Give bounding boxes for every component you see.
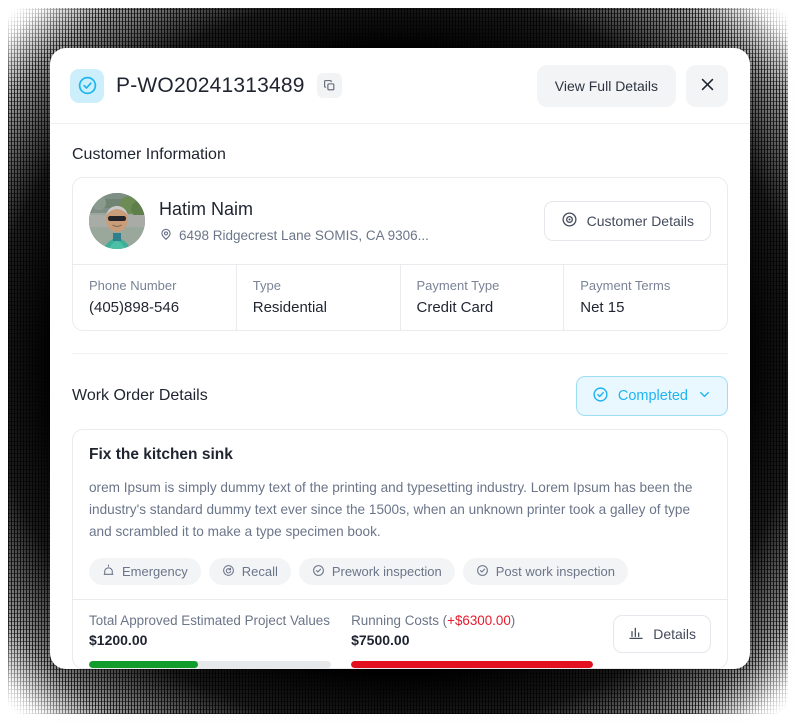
tag-label: Post work inspection: [495, 564, 615, 580]
chevron-down-icon: [697, 387, 712, 406]
customer-information-section: Customer Information Hatim Naim 6498 Rid…: [50, 124, 750, 354]
running-costs-progress-bar: [351, 661, 594, 669]
fact-label: Payment Terms: [580, 278, 671, 293]
status-badge: Completed: [617, 388, 688, 404]
details-button-wrap: Details: [613, 613, 712, 654]
tag-list: Emergency Recall Prework inspection Post…: [89, 558, 711, 586]
location-pin-icon: [159, 227, 173, 244]
status-dropdown[interactable]: Completed: [575, 376, 728, 416]
details-button[interactable]: Details: [613, 615, 712, 654]
fact-payment-type: Payment Type Credit Card: [401, 265, 565, 330]
eye-icon: [561, 211, 578, 231]
totals-row: Total Approved Estimated Project Values …: [73, 599, 727, 669]
customer-name: Hatim Naim: [159, 198, 254, 219]
customer-facts-grid: Phone Number (405)898-546 Type Residenti…: [73, 264, 727, 330]
work-order-header-row: Work Order Details Completed: [72, 376, 728, 416]
fact-type: Type Residential: [237, 265, 401, 330]
customer-information-title: Customer Information: [72, 146, 226, 163]
work-order-body: Fix the kitchen sink orem Ipsum is simpl…: [73, 430, 727, 599]
tag-recall[interactable]: Recall: [208, 558, 291, 586]
tag-post-work-inspection[interactable]: Post work inspection: [462, 558, 628, 586]
job-description: orem Ipsum is simply dummy text of the p…: [89, 480, 693, 540]
total-estimated: Total Approved Estimated Project Values …: [89, 613, 332, 669]
running-costs-delta: +$6300.00: [447, 613, 511, 629]
copy-icon[interactable]: [316, 73, 342, 98]
customer-details-label: Customer Details: [586, 213, 694, 229]
fact-phone-number: Phone Number (405)898-546: [73, 265, 237, 330]
header-right-group: View Full Details: [536, 64, 728, 107]
close-button[interactable]: [686, 64, 728, 107]
tag-emergency[interactable]: Emergency: [89, 558, 201, 586]
close-icon: [699, 76, 716, 96]
work-order-modal: P-WO20241313489 View Full Details Custom…: [50, 48, 750, 669]
fact-value: (405)898-546: [89, 299, 180, 316]
work-order-id: P-WO20241313489: [116, 73, 305, 97]
running-costs-value: $7500.00: [351, 632, 410, 649]
customer-info: Hatim Naim 6498 Ridgecrest Lane SOMIS, C…: [159, 199, 530, 244]
avatar: [89, 193, 145, 249]
bar-chart-icon: [628, 625, 644, 644]
fact-value: Credit Card: [416, 299, 494, 316]
fact-value: Net 15: [580, 299, 625, 316]
running-costs-progress-fill: [351, 661, 594, 669]
estimated-progress-bar: [89, 661, 332, 669]
estimated-progress-fill: [89, 661, 198, 669]
work-order-details-section: Work Order Details Completed Fix the kit…: [50, 354, 750, 669]
total-running-costs: Running Costs (+$6300.00) $7500.00: [351, 613, 594, 669]
running-costs-label-suffix: ): [510, 613, 516, 629]
check-circle-icon: [70, 68, 104, 103]
work-order-details-title: Work Order Details: [72, 387, 208, 404]
total-estimated-label: Total Approved Estimated Project Values: [89, 613, 330, 629]
tag-prework-inspection[interactable]: Prework inspection: [298, 558, 455, 586]
running-costs-label: Running Costs (+$6300.00): [351, 613, 593, 628]
fact-label: Type: [252, 278, 281, 293]
details-button-label: Details: [653, 626, 697, 643]
customer-card: Hatim Naim 6498 Ridgecrest Lane SOMIS, C…: [72, 177, 728, 331]
fact-payment-terms: Payment Terms Net 15: [564, 265, 727, 330]
check-circle-icon: [592, 386, 609, 407]
check-circle-icon: [476, 564, 489, 580]
view-full-details-button[interactable]: View Full Details: [536, 64, 676, 107]
recall-icon: [222, 564, 235, 580]
fact-label: Phone Number: [89, 278, 177, 293]
fact-value: Residential: [252, 299, 327, 316]
customer-summary-row: Hatim Naim 6498 Ridgecrest Lane SOMIS, C…: [73, 178, 727, 264]
tag-label: Recall: [241, 564, 278, 580]
customer-address: 6498 Ridgecrest Lane SOMIS, CA 9306...: [159, 227, 530, 244]
running-costs-label-prefix: Running Costs (: [351, 613, 448, 629]
fact-label: Payment Type: [416, 278, 500, 293]
customer-address-text: 6498 Ridgecrest Lane SOMIS, CA 9306...: [179, 227, 429, 243]
customer-details-button[interactable]: Customer Details: [543, 201, 711, 241]
tag-label: Prework inspection: [331, 564, 442, 580]
work-order-card: Fix the kitchen sink orem Ipsum is simpl…: [72, 429, 728, 669]
siren-icon: [102, 564, 115, 580]
total-estimated-value: $1200.00: [89, 632, 148, 649]
check-circle-icon: [312, 564, 325, 580]
tag-label: Emergency: [122, 564, 188, 580]
job-title: Fix the kitchen sink: [89, 446, 233, 463]
modal-header: P-WO20241313489 View Full Details: [50, 48, 750, 124]
header-left-group: P-WO20241313489: [70, 68, 537, 103]
